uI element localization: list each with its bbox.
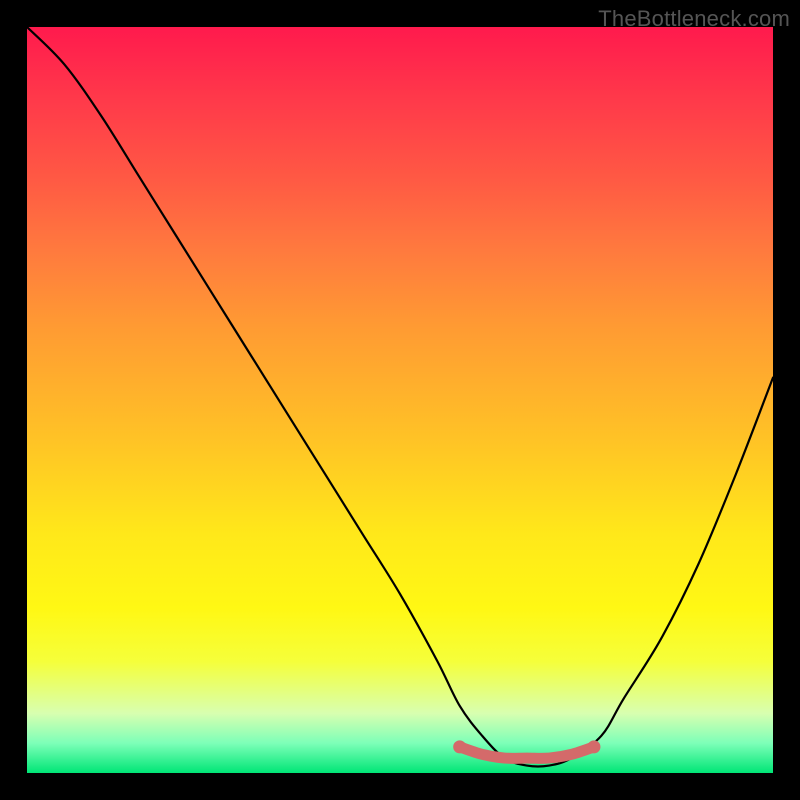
chart-curves xyxy=(27,27,773,773)
chart-frame: TheBottleneck.com xyxy=(0,0,800,800)
highlight-end-dot xyxy=(587,740,600,753)
highlight-start-dot xyxy=(453,740,466,753)
curve-highlight xyxy=(460,747,594,758)
curve-main xyxy=(27,27,773,766)
